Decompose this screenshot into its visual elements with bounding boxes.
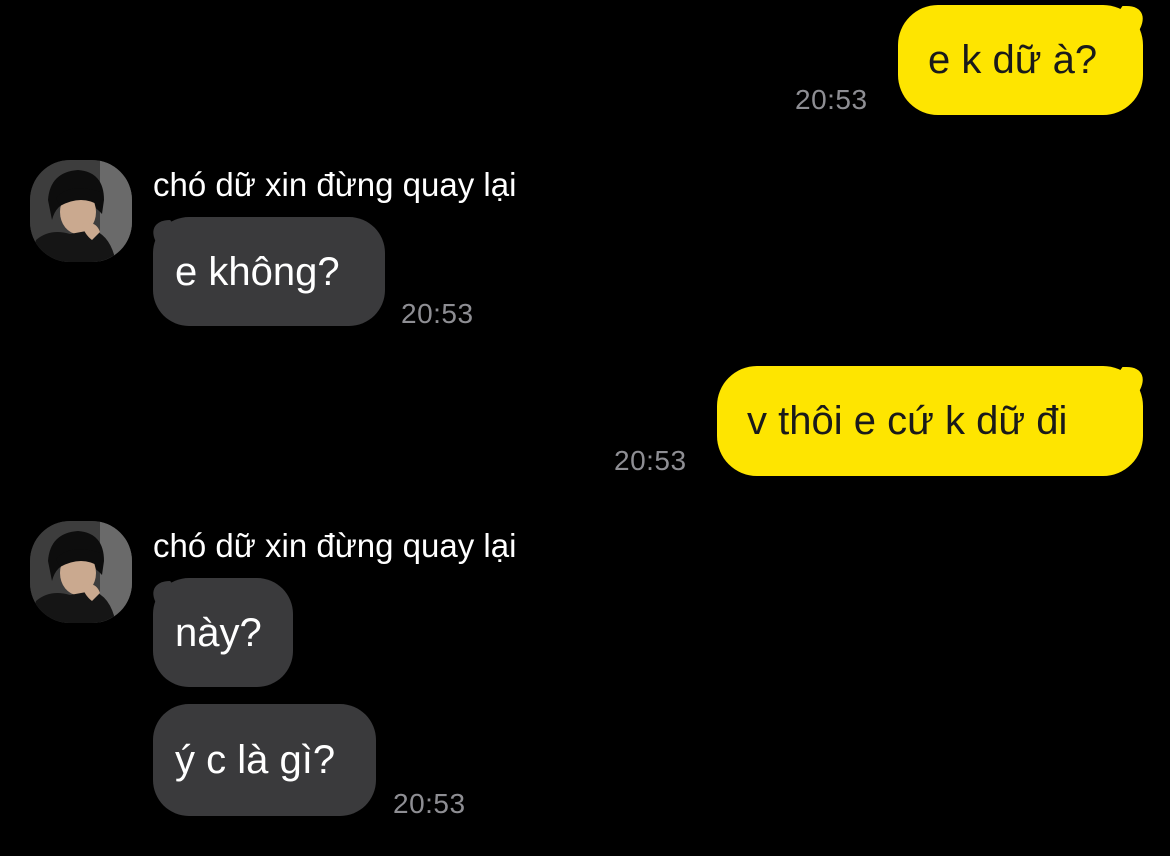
message-bubble-incoming[interactable]: e không?	[153, 217, 385, 326]
message-bubble-incoming[interactable]: ý c là gì?	[153, 704, 376, 816]
message-text: e không?	[175, 249, 340, 294]
message-timestamp: 20:53	[393, 788, 466, 819]
message-timestamp: 20:53	[614, 445, 687, 476]
chat-thread: e k dữ à? 20:53 chó dữ xin đừng quay lại…	[0, 0, 1170, 856]
avatar-image	[30, 160, 132, 262]
avatar-image	[30, 521, 132, 623]
avatar[interactable]	[30, 160, 132, 262]
message-bubble-incoming[interactable]: này?	[153, 578, 293, 687]
message-timestamp: 20:53	[401, 298, 474, 329]
message-text: ý c là gì?	[175, 738, 336, 782]
sender-name: chó dữ xin đừng quay lại	[153, 527, 517, 564]
message-text: v thôi e cứ k dữ đi	[747, 399, 1068, 443]
sender-name: chó dữ xin đừng quay lại	[153, 166, 517, 203]
avatar[interactable]	[30, 521, 132, 623]
message-bubble-outgoing[interactable]: v thôi e cứ k dữ đi	[717, 366, 1143, 476]
message-text: e k dữ à?	[928, 38, 1098, 82]
message-timestamp: 20:53	[795, 84, 868, 115]
message-bubble-outgoing[interactable]: e k dữ à?	[898, 5, 1143, 115]
message-text: này?	[175, 610, 262, 655]
